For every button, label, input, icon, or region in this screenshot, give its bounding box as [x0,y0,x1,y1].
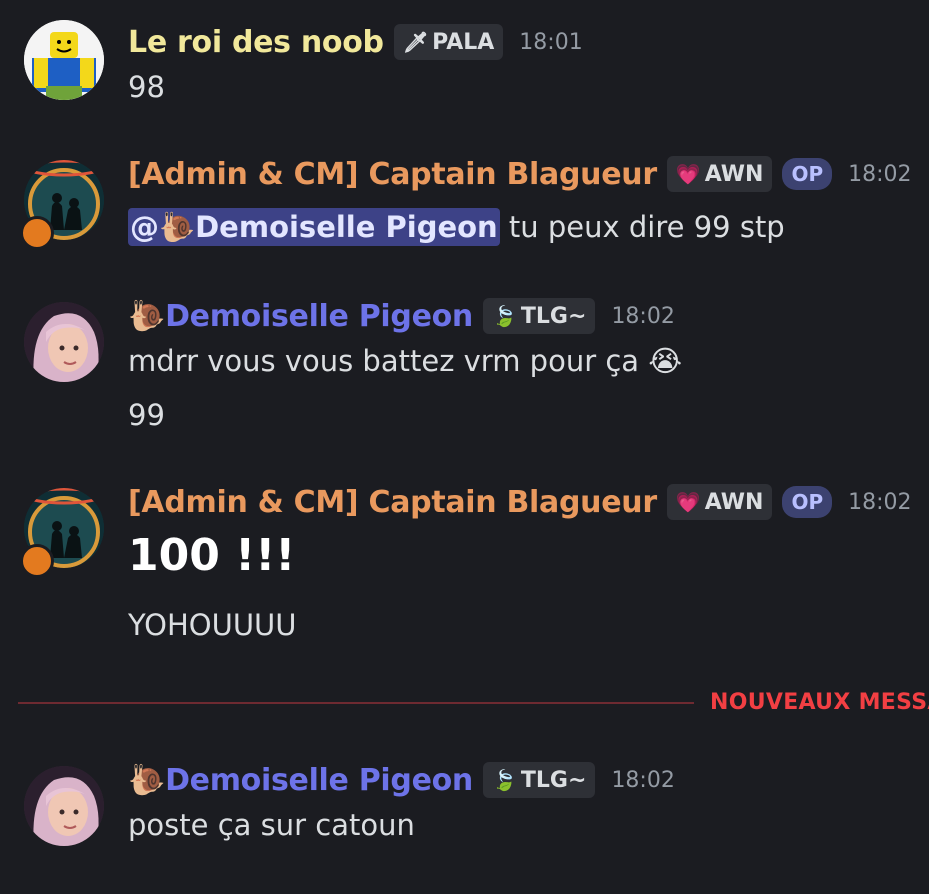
op-badge: OP [782,486,833,518]
message-header: 🐌Demoiselle Pigeon 🍃 TLG~ 18:02 [128,298,675,334]
role-tag[interactable]: 🍃 TLG~ [483,762,596,798]
timestamp[interactable]: 18:01 [519,30,582,55]
avatar[interactable] [24,766,104,846]
timestamp[interactable]: 18:02 [848,490,911,515]
message-text-content: tu peux dire 99 stp [508,210,785,244]
role-tag[interactable]: 🗡 PALA [393,24,504,60]
pink-gem-icon: 💗 [675,162,701,186]
role-tag[interactable]: 🍃 TLG~ [483,298,596,334]
message-header: [Admin & CM] Captain Blagueur 💗 AWN OP 1… [128,484,912,520]
username[interactable]: [Admin & CM] Captain Blagueur [128,485,657,520]
sword-icon: 🗡 [402,30,429,54]
message-text: 98 [128,70,165,104]
leaf-icon: 🍃 [492,304,517,328]
message-text: 99 [128,398,165,432]
username[interactable]: Le roi des noob [128,25,384,60]
message-header: Le roi des noob 🗡 PALA 18:01 [128,24,583,60]
message-text: @🐌Demoiselle Pigeon tu peux dire 99 stp [128,208,785,246]
role-tag-label: AWN [704,489,764,515]
leaf-icon: 🍃 [492,768,517,792]
snail-icon: 🐌 [128,298,166,334]
message-text: mdrr vous vous battez vrm pour ça 😭 [128,344,683,378]
role-tag[interactable]: 💗 AWN [666,156,773,192]
op-badge: OP [782,158,833,190]
username[interactable]: [Admin & CM] Captain Blagueur [128,157,657,192]
snail-icon: 🐌 [128,762,166,798]
message-header: [Admin & CM] Captain Blagueur 💗 AWN OP 1… [128,156,912,192]
new-messages-divider [18,702,694,704]
timestamp[interactable]: 18:02 [611,304,674,329]
role-tag[interactable]: 💗 AWN [666,484,773,520]
username[interactable]: 🐌Demoiselle Pigeon [128,299,473,334]
username[interactable]: 🐌Demoiselle Pigeon [128,763,473,798]
basketball-badge-icon [20,544,54,578]
timestamp[interactable]: 18:02 [848,162,911,187]
role-tag-label: PALA [432,29,495,55]
role-tag-label: TLG~ [520,767,587,793]
timestamp[interactable]: 18:02 [611,768,674,793]
message-text: YOHOUUUU [128,608,297,642]
role-tag-label: TLG~ [520,303,587,329]
message-heading: 100 !!! [128,530,296,581]
user-mention[interactable]: @🐌Demoiselle Pigeon [128,208,500,246]
basketball-badge-icon [20,216,54,250]
new-messages-label[interactable]: NOUVEAUX MESSA [710,690,929,715]
message-text: poste ça sur catoun [128,808,415,842]
role-tag-label: AWN [704,161,764,187]
avatar[interactable] [24,20,104,100]
avatar[interactable] [24,302,104,382]
message-header: 🐌Demoiselle Pigeon 🍃 TLG~ 18:02 [128,762,675,798]
username-text: Demoiselle Pigeon [165,298,473,334]
username-text: Demoiselle Pigeon [165,762,473,798]
pink-gem-icon: 💗 [675,490,701,514]
